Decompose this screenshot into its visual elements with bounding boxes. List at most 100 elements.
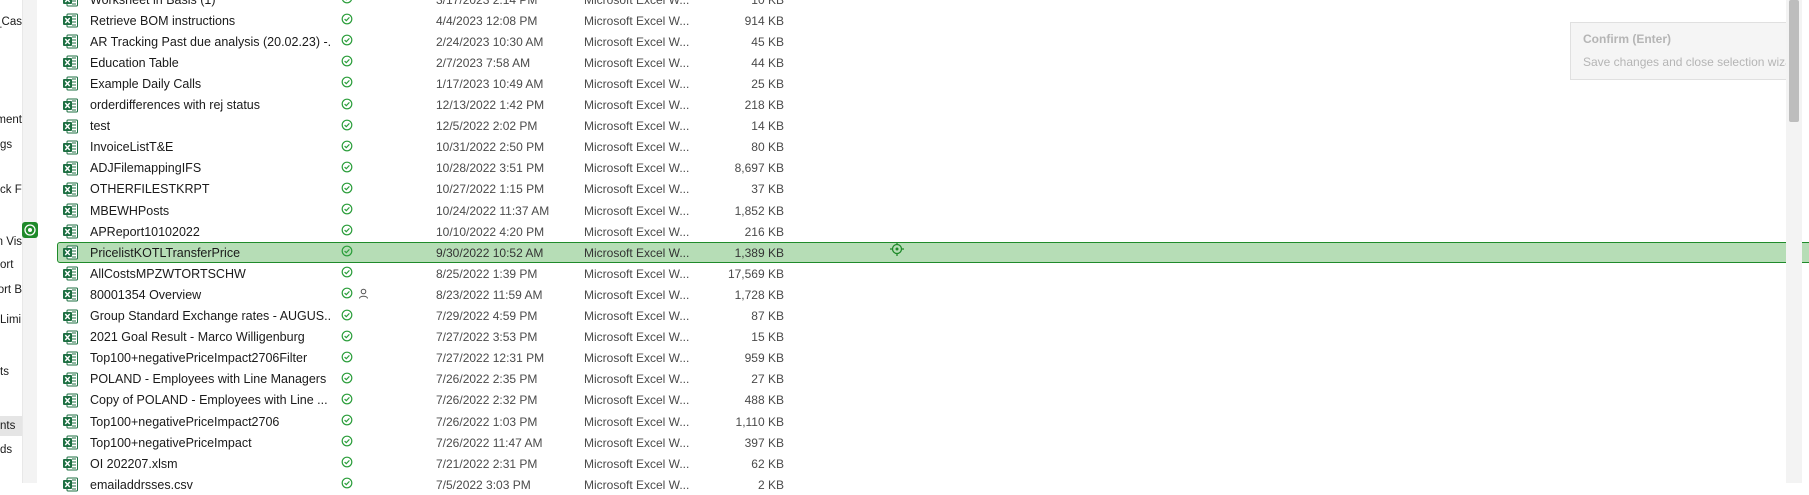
file-type: Microsoft Excel W... <box>584 351 690 366</box>
file-name[interactable]: InvoiceListT&E <box>90 140 330 154</box>
date-modified: 12/13/2022 1:42 PM <box>436 98 545 112</box>
date-modified: 7/26/2022 1:03 PM <box>436 414 538 429</box>
sync-status <box>341 55 353 70</box>
nav-item[interactable]: Limi <box>0 310 22 330</box>
excel-file-icon <box>63 140 78 155</box>
sync-status <box>341 34 353 49</box>
file-name[interactable]: Top100+negativePriceImpact2706 <box>90 415 330 429</box>
file-name[interactable]: Example Daily Calls <box>90 77 330 91</box>
confirm-tooltip[interactable]: Confirm (Enter) Save changes and close s… <box>1570 22 1803 80</box>
nav-item[interactable]: _Cas <box>0 12 22 32</box>
date-modified: 4/4/2023 12:08 PM <box>436 13 538 28</box>
file-row[interactable]: Top100+negativePriceImpact2706Filter 7/27… <box>58 348 1788 369</box>
file-size: 8,697 KB <box>734 161 784 176</box>
file-type: Microsoft Excel W... <box>584 372 690 387</box>
file-row[interactable]: Top100+negativePriceImpact2706 7/26/2022 … <box>58 411 1788 432</box>
file-name[interactable]: emailaddrsses.csv <box>90 478 330 492</box>
file-row[interactable]: 2021 Goal Result - Marco Willigenburg 7/2… <box>58 327 1788 348</box>
vertical-scrollbar[interactable] <box>1786 0 1802 483</box>
file-name[interactable]: APReport10102022 <box>90 225 330 239</box>
file-name[interactable]: orderdifferences with rej status <box>90 98 330 112</box>
file-name[interactable]: POLAND - Employees with Line Managers <box>90 372 330 386</box>
date-modified: 2/24/2023 10:30 AM <box>436 34 544 49</box>
file-size: 2 KB <box>757 477 784 492</box>
nav-item[interactable]: ment <box>0 110 22 130</box>
file-row[interactable]: PricelistKOTLTransferPrice 9/30/2022 10:5… <box>57 242 1809 264</box>
file-row[interactable]: Copy of POLAND - Employees with Line ...… <box>58 390 1788 411</box>
file-row[interactable]: test 12/5/2022 2:02 PM Microsoft Excel W..… <box>58 116 1788 137</box>
nav-item[interactable]: nts <box>0 416 22 436</box>
synced-check-icon <box>341 477 353 492</box>
file-size: 397 KB <box>744 435 784 450</box>
file-name[interactable]: PricelistKOTLTransferPrice <box>90 246 330 260</box>
file-row[interactable]: Retrieve BOM instructions 4/4/2023 12:08 … <box>58 10 1788 31</box>
file-name[interactable]: 2021 Goal Result - Marco Willigenburg <box>90 330 330 344</box>
file-name[interactable]: Education Table <box>90 56 330 70</box>
nav-item[interactable]: ts <box>0 362 22 382</box>
file-row[interactable]: POLAND - Employees with Line Managers 7/2… <box>58 369 1788 390</box>
file-row[interactable]: APReport10102022 10/10/2022 4:20 PM Micros… <box>58 221 1788 242</box>
file-type: Microsoft Excel W... <box>584 435 690 450</box>
confirm-title: Confirm (Enter) <box>1583 32 1671 46</box>
file-row[interactable]: Worksheet in Basis (1) 3/17/2023 2:14 PM M… <box>58 0 1788 10</box>
file-type: Microsoft Excel W... <box>584 393 690 408</box>
file-size: 1,389 KB <box>734 245 784 260</box>
file-row[interactable]: Example Daily Calls 1/17/2023 10:49 AM Mic… <box>58 73 1788 94</box>
file-row[interactable]: AllCostsMPZWTORTSCHW 8/25/2022 1:39 PM Mic… <box>58 263 1788 284</box>
nav-item[interactable]: ort <box>0 255 22 275</box>
file-row[interactable]: OTHERFILESTKRPT 10/27/2022 1:15 PM Microso… <box>58 179 1788 200</box>
nav-item[interactable]: ck F <box>0 180 22 200</box>
file-name[interactable]: ADJFilemappingIFS <box>90 161 330 175</box>
synced-check-icon <box>341 182 353 197</box>
nav-item[interactable]: ds <box>0 440 22 460</box>
shared-person-icon <box>358 288 369 302</box>
nav-item-label: n Vis <box>0 236 22 248</box>
file-row[interactable]: InvoiceListT&E 10/31/2022 2:50 PM Microsof… <box>58 137 1788 158</box>
file-row[interactable]: AR Tracking Past due analysis (20.02.23)… <box>58 31 1788 52</box>
file-name[interactable]: test <box>90 119 330 133</box>
file-size: 37 KB <box>751 182 784 197</box>
file-list: Worksheet in Basis (1) 3/17/2023 2:14 PM M… <box>37 0 1809 492</box>
file-name[interactable]: MBEWHPosts <box>90 204 330 218</box>
file-size: 1,728 KB <box>734 287 784 302</box>
file-row[interactable]: 80001354 Overview 8/23/2022 11:59 AM Micro… <box>58 284 1788 305</box>
file-name[interactable]: Retrieve BOM instructions <box>90 14 330 28</box>
file-name[interactable]: Top100+negativePriceImpact <box>90 436 330 450</box>
nav-item[interactable]: ort B <box>0 280 22 300</box>
date-modified: 2/7/2023 7:58 AM <box>436 55 531 70</box>
file-name[interactable]: Top100+negativePriceImpact2706Filter <box>90 351 330 365</box>
file-size: 218 KB <box>744 98 784 112</box>
file-name[interactable]: OI 202207.xlsm <box>90 457 330 471</box>
confirm-description: Save changes and close selection wizard <box>1583 55 1803 69</box>
file-size: 959 KB <box>744 351 784 366</box>
file-name[interactable]: 80001354 Overview <box>90 288 330 302</box>
file-type: Microsoft Excel W... <box>584 161 690 176</box>
nav-item[interactable]: n Vis <box>0 232 22 252</box>
crosshair-icon <box>890 242 904 256</box>
file-name[interactable]: Worksheet in Basis (1) <box>90 0 330 7</box>
file-type: Microsoft Excel W... <box>584 140 690 155</box>
excel-file-icon <box>63 245 78 260</box>
nav-item[interactable]: gs <box>0 135 22 155</box>
file-name[interactable]: AllCostsMPZWTORTSCHW <box>90 267 330 281</box>
file-type: Microsoft Excel W... <box>584 0 704 7</box>
file-row[interactable]: Top100+negativePriceImpact 7/26/2022 11:4… <box>58 432 1788 453</box>
file-size: 1,852 KB <box>734 203 784 218</box>
excel-file-icon <box>63 224 78 239</box>
synced-check-icon <box>341 34 353 49</box>
file-name[interactable]: OTHERFILESTKRPT <box>90 182 330 196</box>
scrollbar-thumb[interactable] <box>1789 0 1799 122</box>
file-row[interactable]: orderdifferences with rej status 12/13/20… <box>58 95 1788 116</box>
file-name[interactable]: AR Tracking Past due analysis (20.02.23)… <box>90 35 330 49</box>
file-size: 216 KB <box>744 224 784 239</box>
file-name[interactable]: Group Standard Exchange rates - AUGUS... <box>90 309 330 323</box>
file-name[interactable]: Copy of POLAND - Employees with Line ... <box>90 393 330 407</box>
file-row[interactable]: MBEWHPosts 10/24/2022 11:37 AM Microsoft E… <box>58 200 1788 221</box>
file-row[interactable]: OI 202207.xlsm 7/21/2022 2:31 PM Microsoft… <box>58 453 1788 474</box>
selection-target-icon[interactable] <box>22 222 38 238</box>
file-row[interactable]: ADJFilemappingIFS 10/28/2022 3:51 PM Micro… <box>58 158 1788 179</box>
file-row[interactable]: Education Table 2/7/2023 7:58 AM Microsoft… <box>58 52 1788 73</box>
file-row[interactable]: emailaddrsses.csv 7/5/2022 3:03 PM Microso… <box>58 474 1788 495</box>
file-row[interactable]: Group Standard Exchange rates - AUGUS...… <box>58 306 1788 327</box>
navigation-pane: _Casment gs ck F n Vis ort ort B Limi ts nts ds <box>0 0 22 483</box>
